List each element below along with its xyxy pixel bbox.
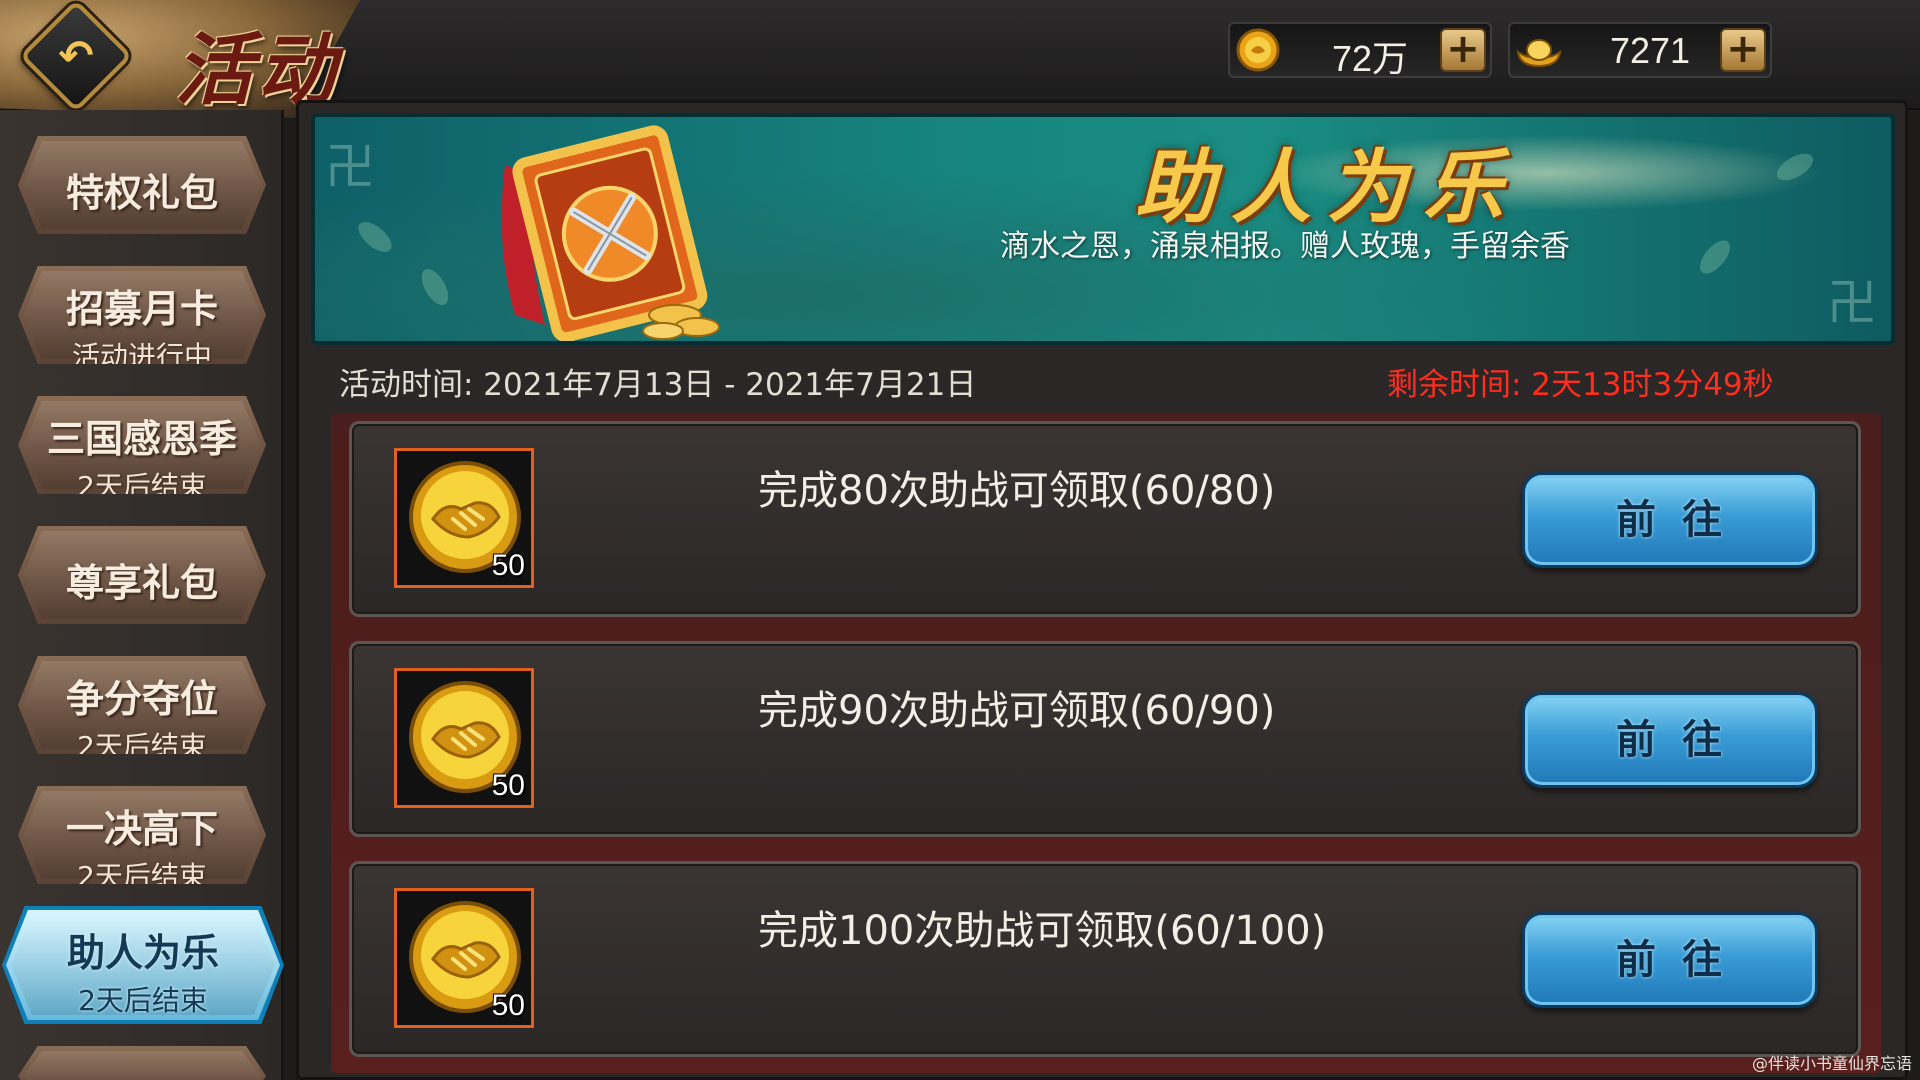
back-arrow-icon: ↶ [58,31,94,80]
sidebar-item-label: 争分夺位 [65,677,218,721]
sidebar-item-status: 2天后结束 [77,860,207,893]
reward-count: 50 [491,989,525,1022]
task-row: 50 完成90次助战可领取(60/90) 前往 [349,641,1861,837]
sidebar-item-premium-pack[interactable]: 尊享礼包 [18,526,266,624]
leaf-decoration [353,216,397,258]
sidebar-item-status: 2天后结束 [78,984,208,1017]
ingot-counter: 7271 + [1508,22,1772,78]
top-bar: ↶ 活动 72万 + 7271 + [0,0,1920,118]
reward-count: 50 [491,549,525,582]
banner-subtitle: 滴水之恩，涌泉相报。赠人玫瑰，手留余香 [1000,229,1570,264]
sidebar-item-label: 助人为乐 [66,931,219,975]
sidebar-item-score-race[interactable]: 争分夺位 2天后结束 [18,656,266,754]
sidebar-item-showdown[interactable]: 一决高下 2天后结束 [18,786,266,884]
task-description: 完成90次助战可领取(60/90) [758,688,1276,734]
event-book-icon [501,125,720,341]
sidebar-item-label: 三国感恩季 [46,417,237,461]
leaf-decoration [416,264,454,310]
gold-ingot-icon [1516,39,1562,68]
task-list[interactable]: 50 完成80次助战可领取(60/80) 前往 50 完成90次助战可领取(60… [331,413,1881,1073]
task-row: 50 完成100次助战可领取(60/100) 前往 [349,861,1861,1057]
add-ingots-button[interactable]: + [1720,28,1766,72]
reward-item[interactable]: 50 [394,668,534,808]
remaining-time: 剩余时间: 2天13时3分49秒 [1387,367,1774,403]
go-button[interactable]: 前往 [1522,472,1818,568]
ingot-value: 7271 [1609,30,1691,71]
watermark: @伴读小书童仙界忘语 [1751,1054,1912,1073]
sidebar-item-label: 特权礼包 [65,171,218,215]
reward-item[interactable]: 50 [394,888,534,1028]
event-banner: 卍 卍 助人为乐 滴水之恩，涌泉相报。赠人玫瑰，手留余香 [311,113,1895,345]
event-time-row: 活动时间: 2021年7月13日 - 2021年7月21日 剩余时间: 2天13… [339,355,1899,405]
sidebar-item-label: 招募月卡 [65,287,218,331]
task-description: 完成100次助战可领取(60/100) [758,908,1327,954]
sidebar-item-helping-others[interactable]: 助人为乐 2天后结束 [6,910,280,1020]
event-time: 活动时间: 2021年7月13日 - 2021年7月21日 [339,367,977,403]
go-button[interactable]: 前往 [1522,912,1818,1008]
pattern-icon: 卍 [325,138,375,196]
reward-item[interactable]: 50 [394,448,534,588]
sidebar-item-privilege-pack[interactable]: 特权礼包 [18,136,266,234]
sidebar-item-monthly-card[interactable]: 招募月卡 活动进行中 [18,266,266,364]
sidebar-item-thanksgiving[interactable]: 三国感恩季 2天后结束 [18,396,266,494]
coin-counter: 72万 + [1228,22,1492,79]
reward-count: 50 [491,769,525,802]
sidebar-item-status: 活动进行中 [71,340,212,373]
task-description: 完成80次助战可领取(60/80) [758,468,1276,514]
pattern-icon: 卍 [1827,274,1877,332]
sidebar-item-status: 2天后结束 [77,730,207,763]
gold-coin-icon [1236,28,1280,72]
sidebar-item-label: 一决高下 [65,807,218,851]
task-row: 50 完成80次助战可领取(60/80) 前往 [349,421,1861,617]
go-button[interactable]: 前往 [1522,692,1818,788]
coin-value: 72万 [1331,38,1409,79]
sidebar-item-partial[interactable] [18,1046,266,1080]
event-panel: 卍 卍 助人为乐 滴水之恩，涌泉相报。赠人玫瑰，手留余香 活动时间: 2021年… [296,100,1908,1080]
leaf-decoration [1772,148,1818,186]
sidebar-item-status: 2天后结束 [77,470,207,503]
activity-sidebar: 特权礼包 招募月卡 活动进行中 三国感恩季 2天后结束 尊享礼包 争分夺位 2天… [0,110,284,1080]
sidebar-item-label: 尊享礼包 [65,561,218,605]
add-coins-button[interactable]: + [1440,28,1486,72]
